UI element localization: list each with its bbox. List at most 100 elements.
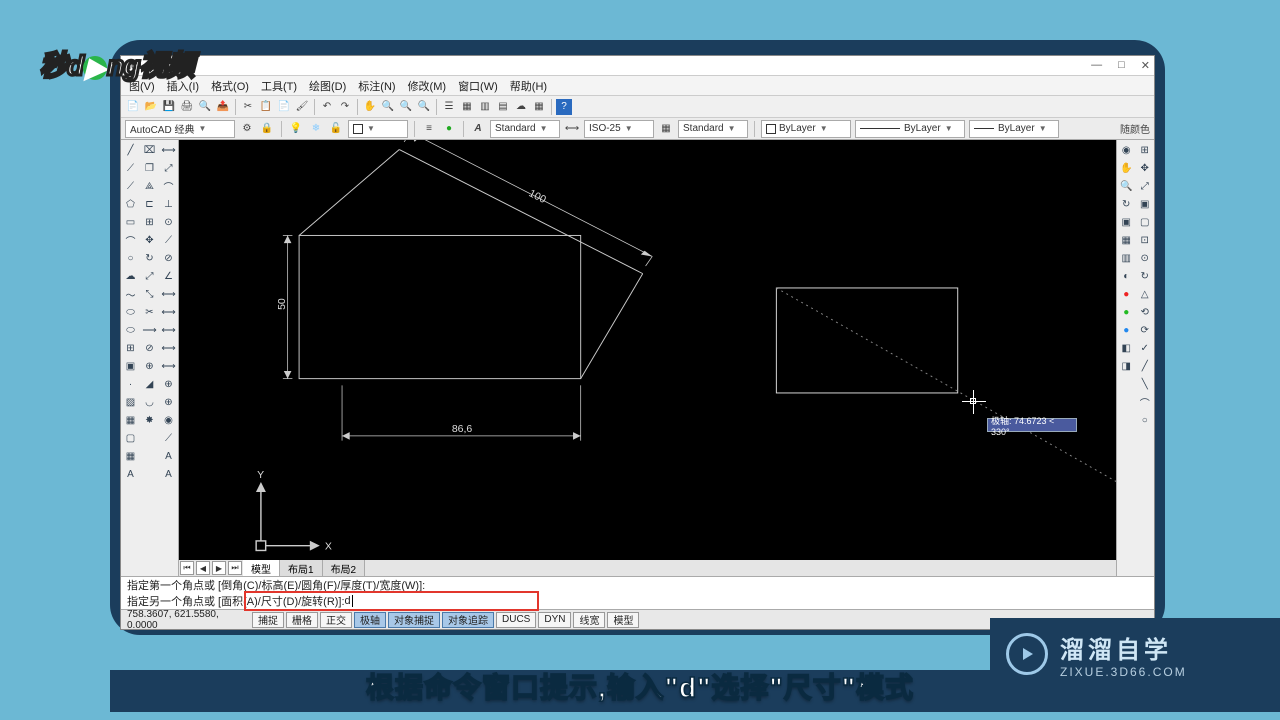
tab-layout1[interactable]: 布局1 (280, 560, 323, 576)
menu-format[interactable]: 格式(O) (207, 77, 253, 95)
workspace-combo[interactable]: AutoCAD 经典▼ (125, 120, 235, 138)
center-icon[interactable]: ⊕ (161, 394, 177, 410)
open-icon[interactable]: 📂 (143, 99, 159, 115)
tab-layout2[interactable]: 布局2 (323, 560, 366, 576)
textstyle-icon[interactable]: A (470, 121, 486, 137)
hatch-icon[interactable]: ▨ (123, 394, 139, 410)
rotate-icon[interactable]: ↻ (142, 250, 158, 266)
scale-icon[interactable]: ⤢ (142, 268, 158, 284)
dimangular-icon[interactable]: ∠ (161, 268, 177, 284)
arc-icon[interactable]: ⌒ (123, 232, 139, 248)
markup-icon[interactable]: ☁ (513, 99, 529, 115)
dimspace-icon[interactable]: ⟷ (161, 340, 177, 356)
color-bylayer-combo[interactable]: ByLayer▼ (761, 120, 851, 138)
command-window[interactable]: 指定第一个角点或 [倒角(C)/标高(E)/圆角(F)/厚度(T)/宽度(W)]… (121, 576, 1154, 609)
toolpalette-icon[interactable]: ▥ (477, 99, 493, 115)
ducs-toggle[interactable]: DUCS (496, 612, 536, 628)
lineweight-combo[interactable]: ByLayer▼ (969, 120, 1059, 138)
planarmap-icon[interactable]: ◧ (1118, 340, 1134, 356)
redo-icon[interactable]: ↷ (337, 99, 353, 115)
menu-view[interactable]: 图(V) (125, 77, 159, 95)
calc-icon[interactable]: ▦ (531, 99, 547, 115)
dimradius-icon[interactable]: ⊙ (161, 214, 177, 230)
ucs-z-icon[interactable]: ↻ (1137, 268, 1153, 284)
layer-lock-icon[interactable]: 🔓 (328, 121, 344, 137)
dimarc-icon[interactable]: ⌒ (161, 178, 177, 194)
dimtedit-icon[interactable]: A (161, 466, 177, 482)
polyline-icon[interactable]: ⟋ (123, 178, 139, 194)
fillet-icon[interactable]: ◡ (142, 394, 158, 410)
lwt-toggle[interactable]: 线宽 (573, 612, 605, 628)
paste-icon[interactable]: 📄 (276, 99, 292, 115)
insert-icon[interactable]: ⊞ (123, 340, 139, 356)
zoom-rt-icon[interactable]: 🔍 (380, 99, 396, 115)
dimdiameter-icon[interactable]: ⊘ (161, 250, 177, 266)
copy-icon[interactable]: 📋 (258, 99, 274, 115)
camera-icon[interactable]: ◨ (1118, 358, 1134, 374)
layer-prev-icon[interactable]: ● (441, 121, 457, 137)
mirror-icon[interactable]: ⟁ (142, 178, 158, 194)
extend-icon[interactable]: ⟶ (142, 322, 158, 338)
dimbreak-icon[interactable]: ⟷ (161, 358, 177, 374)
dimlinear-icon[interactable]: ⟷ (161, 142, 177, 158)
osnap-cen-icon[interactable]: ○ (1137, 412, 1153, 428)
osnap-int-icon[interactable]: ⌒ (1137, 394, 1153, 410)
mtext-icon[interactable]: A (123, 466, 139, 482)
ucs-y-icon[interactable]: ⟳ (1137, 322, 1153, 338)
command-input[interactable]: d (345, 595, 353, 607)
ucs-3p-icon[interactable]: △ (1137, 286, 1153, 302)
print-icon[interactable]: 🖨 (179, 99, 195, 115)
break-icon[interactable]: ⊘ (142, 340, 158, 356)
textstyle-combo[interactable]: Standard▼ (490, 120, 560, 138)
block-icon[interactable]: ▣ (123, 358, 139, 374)
preview-icon[interactable]: 🔍 (197, 99, 213, 115)
minimize-button[interactable]: — (1091, 59, 1102, 72)
dimaligned-icon[interactable]: ⤢ (161, 160, 177, 176)
publish-icon[interactable]: 📤 (215, 99, 231, 115)
dimstyle-combo[interactable]: ISO-25▼ (584, 120, 654, 138)
dimstyle-icon[interactable]: ⟷ (564, 121, 580, 137)
region-icon[interactable]: ▢ (123, 430, 139, 446)
maximize-button[interactable]: □ (1118, 59, 1125, 72)
tolerance-icon[interactable]: ⊕ (161, 376, 177, 392)
trim-icon[interactable]: ✂ (142, 304, 158, 320)
model-toggle[interactable]: 模型 (607, 612, 639, 628)
ucs-icon[interactable]: ⊞ (1137, 142, 1153, 158)
spline-icon[interactable]: 〜 (123, 286, 139, 302)
circle-icon[interactable]: ○ (123, 250, 139, 266)
offset-icon[interactable]: ⊏ (142, 196, 158, 212)
chamfer-icon[interactable]: ◢ (142, 376, 158, 392)
properties-icon[interactable]: ☰ (441, 99, 457, 115)
zoom-prev-icon[interactable]: 🔍 (416, 99, 432, 115)
osnap-mid-icon[interactable]: ╲ (1137, 376, 1153, 392)
tab-next-icon[interactable]: ▶ (212, 561, 226, 575)
tab-prev-icon[interactable]: ◀ (196, 561, 210, 575)
vscurrent-icon[interactable]: ▥ (1118, 250, 1134, 266)
3dorbit-icon[interactable]: ◉ (1118, 142, 1134, 158)
dimedit-icon[interactable]: A (161, 448, 177, 464)
sheetset-icon[interactable]: ▤ (495, 99, 511, 115)
otrack-toggle[interactable]: 对象追踪 (442, 612, 494, 628)
dimcontinue-icon[interactable]: ⟷ (161, 322, 177, 338)
linetype-combo[interactable]: ByLayer▼ (855, 120, 965, 138)
layer-freeze-icon[interactable]: ❄ (308, 121, 324, 137)
dimbaseline-icon[interactable]: ⟷ (161, 304, 177, 320)
layer-manager-icon[interactable]: ≡ (421, 121, 437, 137)
menu-window[interactable]: 窗口(W) (454, 77, 502, 95)
ellipse-icon[interactable]: ⬭ (123, 304, 139, 320)
3dzoom-icon[interactable]: 🔍 (1118, 178, 1134, 194)
gradient-icon[interactable]: ▦ (123, 412, 139, 428)
menu-dimension[interactable]: 标注(N) (354, 77, 399, 95)
new-icon[interactable]: 📄 (125, 99, 141, 115)
render-icon[interactable]: ◐ (1118, 268, 1134, 284)
layer-bulb-icon[interactable]: 💡 (288, 121, 304, 137)
menu-help[interactable]: 帮助(H) (506, 77, 551, 95)
revcloud-icon[interactable]: ☁ (123, 268, 139, 284)
ucs-world-icon[interactable]: ✥ (1137, 160, 1153, 176)
inspect-icon[interactable]: ◉ (161, 412, 177, 428)
sun-icon[interactable]: ● (1118, 304, 1134, 320)
jogline-icon[interactable]: ⟋ (161, 430, 177, 446)
ws-settings-icon[interactable]: ⚙ (239, 121, 255, 137)
xline-icon[interactable]: ⟋ (123, 160, 139, 176)
tab-last-icon[interactable]: ⏭ (228, 561, 242, 575)
